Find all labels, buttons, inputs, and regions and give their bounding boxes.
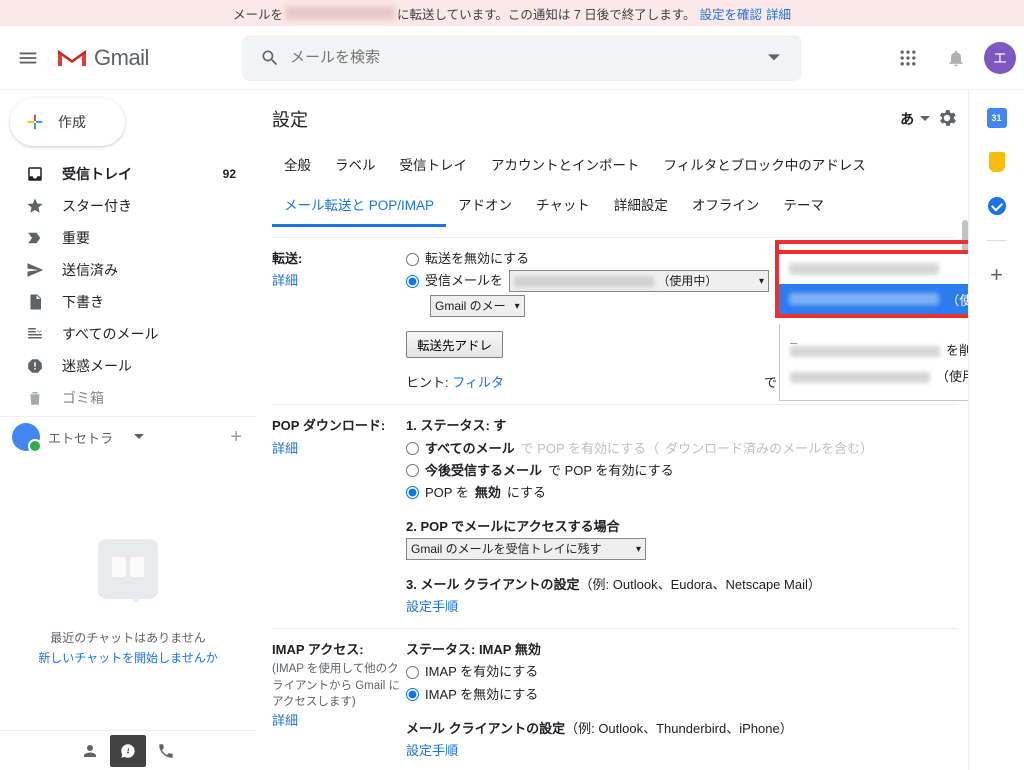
imap-enable-radio[interactable]: IMAP を有効にする xyxy=(406,661,958,683)
nav-spam[interactable]: 迷惑メール xyxy=(0,350,244,382)
compose-button[interactable]: 作成 xyxy=(10,98,125,146)
apps-icon[interactable] xyxy=(888,38,928,78)
forwarding-detail-link[interactable]: 詳細 xyxy=(272,273,298,288)
top-bar: Gmail エ xyxy=(0,26,1024,90)
product-name: Gmail xyxy=(94,45,149,71)
imap-config-link[interactable]: 設定手順 xyxy=(406,743,458,758)
search-bar[interactable] xyxy=(242,35,802,81)
settings-tabs-row2: メール転送と POP/IMAP アドオン チャット 詳細設定 オフライン テーマ xyxy=(272,186,958,227)
pop-client-heading: 3. メール クライアントの設定 xyxy=(406,577,580,592)
forwarding-address-dropdown-extra[interactable]: – を削除 （使用中）を削除 xyxy=(779,324,968,401)
imap-status: ステータス: IMAP 無効 xyxy=(406,642,541,657)
hangouts-tab-chat[interactable]: ” xyxy=(110,735,146,767)
nav-important[interactable]: 重要 xyxy=(0,222,244,254)
chevron-down-icon[interactable] xyxy=(134,430,144,445)
hangouts-body: 最近のチャットはありません 新しいチャットを開始しませんか xyxy=(0,455,256,730)
search-input[interactable] xyxy=(290,49,754,66)
hangouts-empty-text: 最近のチャットはありません xyxy=(50,629,206,648)
tab-filters[interactable]: フィルタとブロック中のアドレス xyxy=(652,146,878,182)
hangouts-start-link[interactable]: 新しいチャットを開始しませんか xyxy=(38,649,218,666)
forwarding-keep-select[interactable]: Gmail のメー xyxy=(430,295,525,317)
hangouts-username: エトセトラ xyxy=(48,428,134,447)
banner-detail-link[interactable]: 詳細 xyxy=(766,4,791,23)
forwarding-notice-banner: メールをに転送しています。この通知は 7 日後で終了します。 設定を確認 詳細 xyxy=(0,0,1024,26)
search-icon[interactable] xyxy=(250,48,290,68)
filter-hint-link[interactable]: フィルタ xyxy=(452,375,504,390)
nav-list: 受信トレイ92 スター付き 重要 送信済み 下書き すべてのメール 迷惑メール … xyxy=(0,158,256,414)
pop-label: POP ダウンロード: xyxy=(272,415,406,437)
imap-client-heading: メール クライアントの設定 xyxy=(406,721,565,736)
dropdown-remove-2[interactable]: （使用中）を削除 xyxy=(790,364,968,390)
section-pop: POP ダウンロード: 詳細 1. ステータス: す すべてのメールで POP … xyxy=(272,404,958,628)
notifications-icon[interactable] xyxy=(936,38,976,78)
hangouts-header: エトセトラ + xyxy=(0,416,256,455)
main-menu-button[interactable] xyxy=(4,34,52,82)
nav-inbox[interactable]: 受信トレイ92 xyxy=(0,158,244,190)
forwarding-label: 転送: xyxy=(272,248,406,270)
tab-inbox[interactable]: 受信トレイ xyxy=(388,146,480,182)
tab-general[interactable]: 全般 xyxy=(272,146,323,182)
tab-themes[interactable]: テーマ xyxy=(771,186,836,227)
redacted-email xyxy=(285,6,395,20)
nav-trash[interactable]: ゴミ箱 xyxy=(0,382,244,414)
section-imap: IMAP アクセス: (IMAP を使用して他のクライアントから Gmail に… xyxy=(272,628,958,770)
hangouts-new-chat[interactable]: + xyxy=(230,426,242,449)
keep-icon[interactable] xyxy=(987,152,1007,172)
tab-addons[interactable]: アドオン xyxy=(446,186,524,227)
hangouts-avatar[interactable] xyxy=(12,423,40,451)
gear-icon[interactable] xyxy=(936,107,958,132)
hangouts-logo-icon xyxy=(98,539,158,599)
nav-drafts[interactable]: 下書き xyxy=(0,286,244,318)
pop-detail-link[interactable]: 詳細 xyxy=(272,441,298,456)
dropdown-remove-1[interactable]: を削除 xyxy=(790,338,968,364)
hangouts-tabs: ” xyxy=(0,730,256,770)
svg-text:”: ” xyxy=(124,745,129,757)
forwarding-address-dropdown[interactable]: （使用中） xyxy=(775,250,968,318)
add-addon-button[interactable]: + xyxy=(987,265,1007,285)
sidebar: 作成 受信トレイ92 スター付き 重要 送信済み 下書き すべてのメール 迷惑メ… xyxy=(0,90,256,770)
tab-chat[interactable]: チャット xyxy=(524,186,602,227)
gmail-logo[interactable]: Gmail xyxy=(56,45,236,71)
calendar-icon[interactable]: 31 xyxy=(987,108,1007,128)
imap-sublabel: (IMAP を使用して他のクライアントから Gmail にアクセスします) xyxy=(272,661,406,709)
forwarding-address-select[interactable]: （使用中） xyxy=(509,270,769,292)
tasks-icon[interactable] xyxy=(987,196,1007,216)
pop-enable-new-radio[interactable]: 今後受信するメールで POP を有効にする xyxy=(406,460,958,482)
dropdown-option-1[interactable] xyxy=(779,254,968,284)
banner-settings-link[interactable]: 設定を確認 xyxy=(700,4,763,23)
nav-starred[interactable]: スター付き xyxy=(0,190,244,222)
nav-allmail[interactable]: すべてのメール xyxy=(0,318,244,350)
search-options-caret[interactable] xyxy=(754,52,794,64)
pop-disable-radio[interactable]: POP を無効にする xyxy=(406,482,958,504)
page-title: 設定 xyxy=(272,106,900,132)
hangouts-tab-phone[interactable] xyxy=(148,735,184,767)
pop-access-heading: 2. POP でメールにアクセスする場合 xyxy=(406,519,620,534)
tab-accounts[interactable]: アカウントとインポート xyxy=(479,146,652,182)
pop-config-link[interactable]: 設定手順 xyxy=(406,599,458,614)
tab-forwarding-pop-imap[interactable]: メール転送と POP/IMAP xyxy=(272,186,446,227)
pop-enable-all-radio[interactable]: すべてのメールで POP を有効にする（ダウンロード済みのメールを含む） xyxy=(406,438,958,460)
dropdown-option-2-selected[interactable]: （使用中） xyxy=(779,284,968,314)
tab-offline[interactable]: オフライン xyxy=(680,186,772,227)
pop-status-heading: 1. ステータス: す xyxy=(406,418,506,433)
tab-advanced[interactable]: 詳細設定 xyxy=(602,186,680,227)
settings-tabs-row1: 全般 ラベル 受信トレイ アカウントとインポート フィルタとブロック中のアドレス xyxy=(272,146,958,182)
account-avatar[interactable]: エ xyxy=(984,42,1016,74)
imap-detail-link[interactable]: 詳細 xyxy=(272,713,298,728)
tab-labels[interactable]: ラベル xyxy=(323,146,388,182)
dropdown-highlight-top xyxy=(775,240,968,250)
imap-label: IMAP アクセス: xyxy=(272,639,406,661)
compose-label: 作成 xyxy=(58,112,86,132)
settings-main: 設定 あ 全般 ラベル 受信トレイ アカウントとインポート フィルタとブロック中… xyxy=(256,90,968,770)
hangouts-tab-contacts[interactable] xyxy=(72,735,108,767)
pop-action-select[interactable]: Gmail のメールを受信トレイに残す xyxy=(406,538,646,560)
input-tools-button[interactable]: あ xyxy=(900,109,930,129)
imap-disable-radio[interactable]: IMAP を無効にする xyxy=(406,684,958,706)
side-panel: 31 + xyxy=(968,90,1024,770)
add-forwarding-address-button[interactable]: 転送先アドレ xyxy=(406,331,503,358)
nav-sent[interactable]: 送信済み xyxy=(0,254,244,286)
